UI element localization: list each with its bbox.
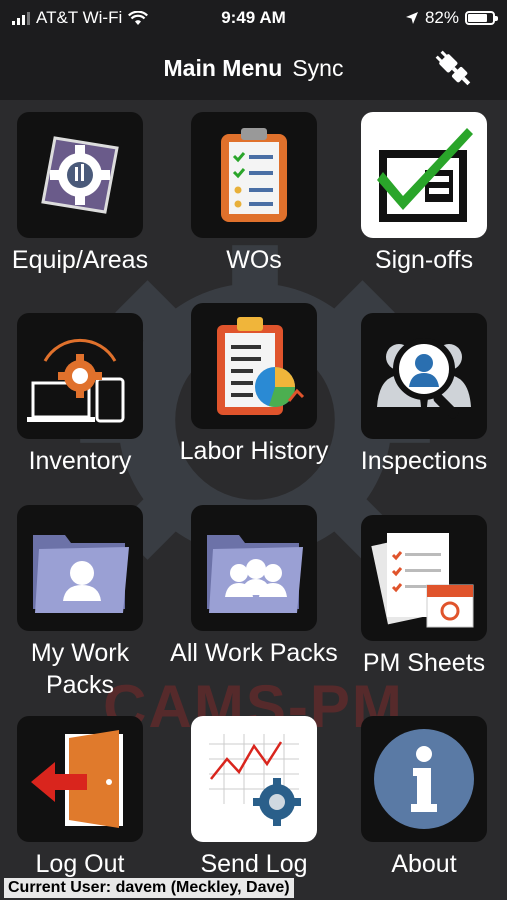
equip-areas-icon bbox=[17, 112, 143, 238]
inspections-label: Inspections bbox=[360, 447, 488, 475]
my-work-packs-icon bbox=[17, 505, 143, 631]
send-log-label: Send Log bbox=[200, 850, 308, 878]
menu-wos[interactable]: WOs bbox=[169, 112, 339, 276]
menu-send-log[interactable]: Send Log bbox=[169, 716, 339, 880]
wos-label: WOs bbox=[226, 246, 282, 274]
wos-icon bbox=[191, 112, 317, 238]
menu-equip-areas[interactable]: Equip/Areas bbox=[0, 112, 165, 276]
equip-areas-label: Equip/Areas bbox=[11, 246, 149, 274]
about-label: About bbox=[391, 850, 457, 878]
battery-icon bbox=[465, 11, 498, 25]
log-out-icon bbox=[17, 716, 143, 842]
pm-sheets-label: PM Sheets bbox=[362, 649, 486, 677]
status-right: 82% bbox=[405, 8, 498, 28]
status-bar: AT&T Wi-Fi 9:49 AM 82% bbox=[0, 0, 507, 36]
all-work-packs-label: All Work Packs bbox=[170, 639, 338, 667]
navigation-bar: Main Menu Sync bbox=[0, 36, 507, 100]
sign-offs-label: Sign-offs bbox=[374, 246, 474, 274]
menu-inspections[interactable]: Inspections bbox=[339, 313, 507, 477]
menu-labor-history[interactable]: Labor History bbox=[169, 303, 339, 467]
location-arrow-icon bbox=[405, 12, 418, 24]
menu-about[interactable]: About bbox=[339, 716, 507, 880]
menu-inventory[interactable]: Inventory bbox=[0, 313, 165, 477]
all-work-packs-icon bbox=[191, 505, 317, 631]
menu-pm-sheets[interactable]: PM Sheets bbox=[339, 515, 507, 679]
about-icon bbox=[361, 716, 487, 842]
inventory-label: Inventory bbox=[28, 447, 132, 475]
current-user-text: Current User: davem (Meckley, Dave) bbox=[4, 878, 294, 898]
labor-history-icon bbox=[191, 303, 317, 429]
send-log-icon bbox=[191, 716, 317, 842]
page-title: Main Menu bbox=[163, 54, 283, 81]
menu-sign-offs[interactable]: Sign-offs bbox=[339, 112, 507, 276]
menu-log-out[interactable]: Log Out bbox=[0, 716, 165, 880]
labor-history-label: Labor History bbox=[179, 437, 329, 465]
plug-icon[interactable] bbox=[433, 48, 475, 90]
inspections-icon bbox=[361, 313, 487, 439]
my-work-packs-label: My Work Packs bbox=[30, 639, 130, 699]
menu-all-work-packs[interactable]: All Work Packs bbox=[169, 505, 339, 669]
log-out-label: Log Out bbox=[35, 850, 125, 878]
inventory-icon bbox=[17, 313, 143, 439]
sign-offs-icon bbox=[361, 112, 487, 238]
sync-button[interactable]: Sync bbox=[292, 55, 343, 82]
menu-my-work-packs[interactable]: My Work Packs bbox=[0, 505, 165, 701]
pm-sheets-icon bbox=[361, 515, 487, 641]
battery-percent: 82% bbox=[424, 8, 459, 27]
